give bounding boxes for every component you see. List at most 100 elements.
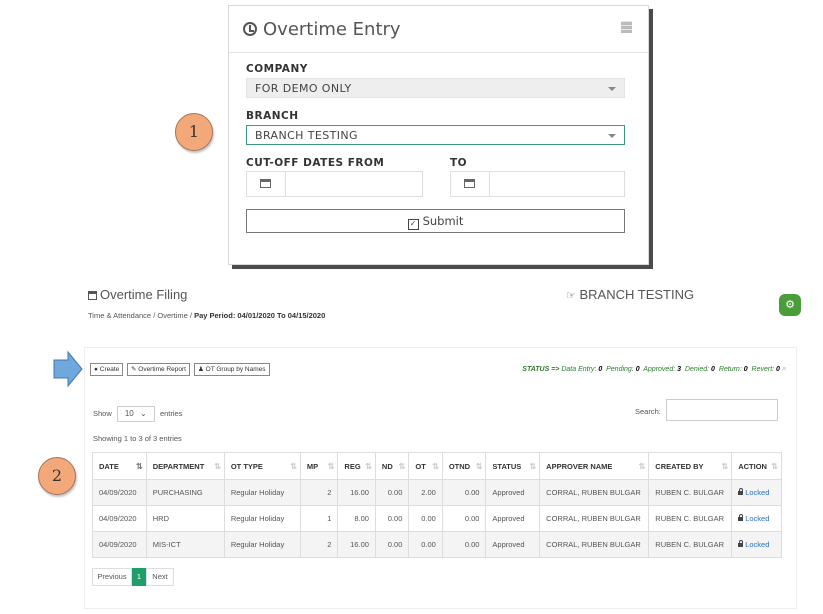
user-icon: ♟ (198, 366, 204, 373)
cell-ot: 0.00 (408, 505, 443, 532)
cell-approver: CORRAL, RUBEN BULGAR (539, 531, 650, 558)
column-header[interactable]: OTND ⇅ (441, 452, 487, 480)
column-header[interactable]: ACTION ⇅ (731, 452, 782, 480)
hamburger-menu-icon[interactable]: ▬ ▬ ▬ (621, 17, 632, 36)
cutoff-from-date-field[interactable] (246, 171, 423, 197)
company-label: COMPANY (246, 63, 308, 75)
column-header[interactable]: DEPARTMENT ⇅ (145, 452, 225, 480)
overtime-table: DATE ⇅ DEPARTMENT ⇅ OT TYPE ⇅ MP ⇅ REG ⇅ ND ⇅ … (92, 452, 782, 558)
sort-icon: ⇅ (771, 462, 778, 471)
cell-mp: 2 (299, 531, 339, 558)
company-select[interactable]: FOR DEMO ONLY (246, 78, 625, 98)
calendar-icon[interactable] (451, 172, 490, 196)
locked-link[interactable]: Locked (745, 540, 769, 549)
status-label: STATUS => (522, 366, 560, 373)
breadcrumb-overtime[interactable]: Overtime (157, 311, 187, 320)
overtime-report-button[interactable]: ✎ Overtime Report (127, 363, 190, 376)
column-header-label: APPROVER NAME (546, 461, 613, 471)
cell-otnd: 0.00 (441, 479, 487, 506)
cutoff-to-label: TO (450, 157, 468, 169)
column-header[interactable]: STATUS ⇅ (485, 452, 541, 480)
denied-count: 0 (711, 366, 715, 373)
column-header[interactable]: OT TYPE ⇅ (223, 452, 301, 480)
column-header[interactable]: ND ⇅ (374, 452, 410, 480)
create-button[interactable]: ● Create (90, 363, 124, 376)
previous-page-button[interactable]: Previous (92, 568, 132, 586)
search-input[interactable] (666, 399, 778, 421)
cutoff-to-date-field[interactable] (450, 171, 625, 197)
column-header[interactable]: REG ⇅ (337, 452, 376, 480)
column-header-label: ND (381, 461, 393, 471)
pending-label: Pending: (606, 366, 634, 373)
ot-group-button[interactable]: ♟ OT Group by Names (194, 363, 270, 376)
hamburger-menu-icon[interactable]: ≡ (782, 366, 786, 373)
column-header[interactable]: CREATED BY ⇅ (648, 452, 733, 480)
column-header[interactable]: MP ⇅ (299, 452, 339, 480)
pointing-hand-icon: ☞ (566, 290, 576, 302)
cell-mp: 2 (299, 479, 339, 506)
next-page-button[interactable]: Next (146, 568, 174, 586)
cell-department: HRD (145, 505, 225, 532)
table-info: Showing 1 to 3 of 3 entries (93, 434, 182, 443)
check-square-icon: ✓ (407, 219, 419, 230)
pencil-icon: ✎ (131, 366, 137, 373)
page-title-text: Overtime Filing (100, 287, 188, 302)
locked-link[interactable]: Locked (745, 488, 769, 497)
cell-otnd: 0.00 (441, 531, 487, 558)
column-header-label: OT (415, 461, 426, 471)
show-label: Show (93, 409, 112, 418)
cell-department: MIS-ICT (145, 531, 225, 558)
settings-gear-button[interactable]: ⚙ (779, 294, 801, 316)
cell-nd: 0.00 (374, 505, 410, 532)
cell-date: 04/09/2020 (92, 531, 147, 558)
cell-ot-type: Regular Holiday (223, 531, 301, 558)
approved-label: Approved: (643, 366, 676, 373)
sort-icon: ⇅ (214, 462, 221, 471)
lock-icon (738, 540, 744, 547)
denied-label: Denied: (684, 366, 710, 373)
page-1-button[interactable]: 1 (132, 568, 146, 586)
calendar-icon[interactable] (247, 172, 286, 196)
panel-header: Overtime Entry ▬ ▬ ▬ (229, 6, 648, 53)
approved-count: 3 (677, 366, 682, 373)
locked-link[interactable]: Locked (745, 514, 769, 523)
revert-label: Revert: (751, 366, 775, 373)
branch-select-value: BRANCH TESTING (255, 129, 358, 142)
cell-nd: 0.00 (374, 479, 410, 506)
chevron-down-icon (608, 87, 616, 91)
branch-select[interactable]: BRANCH TESTING (246, 125, 625, 145)
column-header[interactable]: DATE ⇅ (92, 452, 147, 480)
sort-icon: ⇅ (365, 462, 372, 471)
sort-icon: ⇅ (638, 462, 646, 471)
chevron-down-icon: ⌄ (140, 409, 147, 418)
submit-button[interactable]: ✓ Submit (246, 209, 625, 233)
breadcrumb-time-attendance[interactable]: Time & Attendance (88, 311, 151, 320)
branch-indicator: ☞ BRANCH TESTING (566, 287, 694, 302)
callout-number-1: 1 (175, 113, 213, 151)
cell-action: Locked (731, 479, 782, 506)
cell-created-by: RUBEN C. BULGAR (648, 531, 733, 558)
column-header-label: DATE (99, 461, 119, 471)
overtime-entry-panel: Overtime Entry ▬ ▬ ▬ COMPANY FOR DEMO ONLY… (228, 5, 649, 265)
data-entry-count: 0 (598, 366, 603, 373)
cell-created-by: RUBEN C. BULGAR (648, 505, 733, 532)
sort-icon: ⇅ (721, 462, 729, 471)
breadcrumb-separator: / (189, 311, 192, 320)
cell-mp: 1 (299, 505, 339, 532)
column-header-label: DEPARTMENT (152, 461, 205, 471)
company-select-value: FOR DEMO ONLY (255, 82, 352, 95)
ot-group-label: OT Group by Names (205, 366, 266, 373)
cell-action: Locked (731, 531, 782, 558)
column-header[interactable]: APPROVER NAME ⇅ (539, 452, 650, 480)
page-size-select[interactable]: 10 ⌄ (116, 406, 155, 422)
plus-circle-icon: ● (94, 366, 98, 373)
column-header[interactable]: OT ⇅ (408, 452, 443, 480)
breadcrumb: Time & Attendance / Overtime / Pay Perio… (88, 311, 325, 320)
panel-title: Overtime Entry (243, 19, 401, 40)
column-header-label: CREATED BY (655, 461, 704, 471)
arrow-right-icon (53, 350, 83, 388)
cell-ot: 2.00 (408, 479, 443, 506)
cell-nd: 0.00 (374, 531, 410, 558)
create-button-label: Create (99, 366, 120, 373)
lock-icon (738, 488, 744, 495)
